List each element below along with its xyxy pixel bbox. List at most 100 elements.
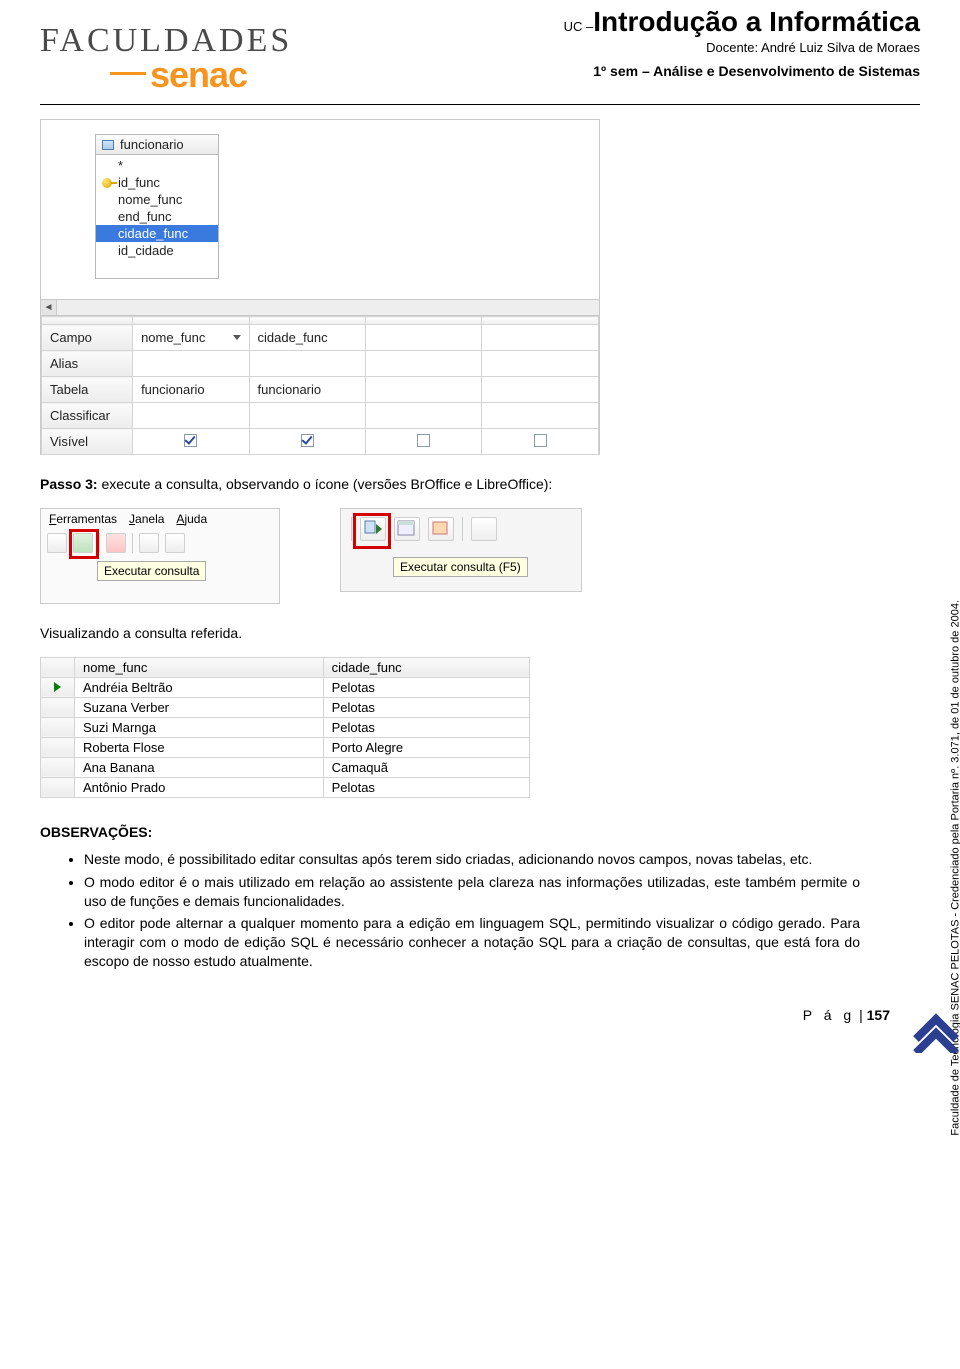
grid-cell[interactable] [133, 351, 249, 377]
grid-cell[interactable] [133, 429, 249, 455]
field-item[interactable]: nome_func [96, 191, 218, 208]
highlight-box [69, 529, 99, 559]
grid-cell[interactable]: funcionario [133, 377, 249, 403]
menu-ferramentas[interactable]: Ferramentas [49, 512, 117, 526]
grid-cell[interactable]: funcionario [249, 377, 365, 403]
toolbar-icon[interactable] [471, 517, 497, 541]
toolbar-icon[interactable] [428, 517, 454, 541]
table-title-bar[interactable]: funcionario [95, 134, 219, 155]
result-cell[interactable]: Pelotas [323, 717, 529, 737]
grid-cell[interactable] [249, 403, 365, 429]
toolbar-icon[interactable] [139, 533, 159, 553]
grid-cell[interactable] [249, 429, 365, 455]
table-icon [102, 140, 114, 150]
result-cell[interactable]: Suzana Verber [75, 697, 324, 717]
table-row[interactable]: Andréia Beltrão Pelotas [41, 677, 530, 697]
result-cell[interactable]: Porto Alegre [323, 737, 529, 757]
table-row[interactable]: Antônio Prado Pelotas [41, 777, 530, 797]
tooltip: Executar consulta (F5) [393, 557, 528, 577]
field-list[interactable]: * id_func nome_func end_func cidade_func… [95, 155, 219, 279]
result-cell[interactable]: Pelotas [323, 677, 529, 697]
field-item[interactable]: id_cidade [96, 242, 218, 259]
column-header[interactable]: nome_func [75, 657, 324, 677]
field-item[interactable]: * [96, 157, 218, 174]
observations-title: OBSERVAÇÕES: [40, 824, 860, 840]
grid-cell[interactable] [366, 377, 482, 403]
row-header-campo: Campo [42, 325, 133, 351]
toolbar-icon[interactable] [47, 533, 67, 553]
uc-prefix: UC – [564, 19, 594, 34]
chevron-down-icon[interactable] [233, 335, 241, 340]
result-cell[interactable]: Roberta Flose [75, 737, 324, 757]
table-row[interactable]: Suzana Verber Pelotas [41, 697, 530, 717]
grid-cell[interactable] [482, 377, 599, 403]
result-cell[interactable]: Antônio Prado [75, 777, 324, 797]
table-box[interactable]: funcionario * id_func nome_func end_func… [95, 134, 219, 279]
table-row[interactable]: Roberta Flose Porto Alegre [41, 737, 530, 757]
uc-title: Introdução a Informática [593, 6, 920, 37]
result-cell[interactable]: Camaquã [323, 757, 529, 777]
field-item-selected[interactable]: cidade_func [96, 225, 218, 242]
toolbar-broffice: Ferramentas Janela Ajuda Executar consul… [40, 508, 280, 604]
toolbar-icon[interactable] [106, 533, 126, 553]
scroll-left-icon[interactable]: ◄ [41, 300, 57, 315]
checkbox-icon[interactable] [417, 434, 430, 447]
grid-cell[interactable]: nome_func [133, 325, 249, 351]
horizontal-scrollbar[interactable]: ◄ [41, 299, 599, 315]
grid-cell[interactable] [366, 325, 482, 351]
column-header[interactable] [41, 657, 75, 677]
grid-cell[interactable] [482, 403, 599, 429]
menu-ajuda[interactable]: Ajuda [176, 512, 207, 526]
checkbox-icon[interactable] [301, 434, 314, 447]
grid-cell[interactable] [482, 325, 599, 351]
highlight-box [353, 513, 391, 549]
grid-cell[interactable] [366, 429, 482, 455]
list-item: O modo editor é o mais utilizado em rela… [84, 873, 860, 911]
result-cell[interactable]: Pelotas [323, 697, 529, 717]
result-cell[interactable]: Pelotas [323, 777, 529, 797]
grid-cell[interactable] [366, 351, 482, 377]
institution-credit: Faculdade de Tecnologia SENAC PELOTAS - … [950, 600, 960, 1136]
row-header-classificar: Classificar [42, 403, 133, 429]
table-row[interactable]: Suzi Marnga Pelotas [41, 717, 530, 737]
key-icon [102, 178, 112, 188]
design-grid[interactable]: Campo nome_func cidade_func Alias Tabela… [41, 316, 599, 455]
result-cell[interactable]: Andréia Beltrão [75, 677, 324, 697]
checkbox-icon[interactable] [534, 434, 547, 447]
grid-cell[interactable]: cidade_func [249, 325, 365, 351]
grid-cell[interactable] [249, 351, 365, 377]
column-header[interactable]: cidade_func [323, 657, 529, 677]
toolbar-icon[interactable] [165, 533, 185, 553]
menu-janela[interactable]: Janela [129, 512, 164, 526]
page-footer: P á g | 157 [40, 1007, 920, 1023]
table-name: funcionario [120, 137, 184, 152]
course-title: UC –Introdução a Informática [330, 6, 920, 38]
row-header-visivel: Visível [42, 429, 133, 455]
semester-line: 1º sem – Análise e Desenvolvimento de Si… [330, 63, 920, 79]
list-item: Neste modo, é possibilitado editar consu… [84, 850, 860, 869]
observations-list: Neste modo, é possibilitado editar consu… [40, 850, 860, 971]
grid-cell[interactable] [482, 429, 599, 455]
page-corner-icon [910, 1003, 960, 1053]
query-result-grid[interactable]: nome_func cidade_func Andréia Beltrão Pe… [40, 657, 530, 798]
header-divider [40, 104, 920, 105]
table-row[interactable]: Ana Banana Camaquã [41, 757, 530, 777]
toolbar-icon[interactable] [394, 517, 420, 541]
tooltip: Executar consulta [97, 561, 206, 581]
field-item[interactable]: id_func [96, 174, 218, 191]
result-cell[interactable]: Suzi Marnga [75, 717, 324, 737]
field-item[interactable]: end_func [96, 208, 218, 225]
logo-text-bottom: senac [40, 54, 310, 96]
menu-bar[interactable]: Ferramentas Janela Ajuda [41, 509, 279, 529]
result-cell[interactable]: Ana Banana [75, 757, 324, 777]
page-label: P á g [803, 1007, 855, 1023]
toolbar-libreoffice: Executar consulta (F5) [340, 508, 582, 592]
grid-cell[interactable] [133, 403, 249, 429]
step3-text: Passo 3: execute a consulta, observando … [40, 475, 860, 494]
record-pointer-icon [54, 682, 61, 692]
grid-cell[interactable] [366, 403, 482, 429]
grid-cell[interactable] [482, 351, 599, 377]
teacher-line: Docente: André Luiz Silva de Moraes [330, 40, 920, 55]
page-number: 157 [867, 1007, 890, 1023]
checkbox-icon[interactable] [184, 434, 197, 447]
